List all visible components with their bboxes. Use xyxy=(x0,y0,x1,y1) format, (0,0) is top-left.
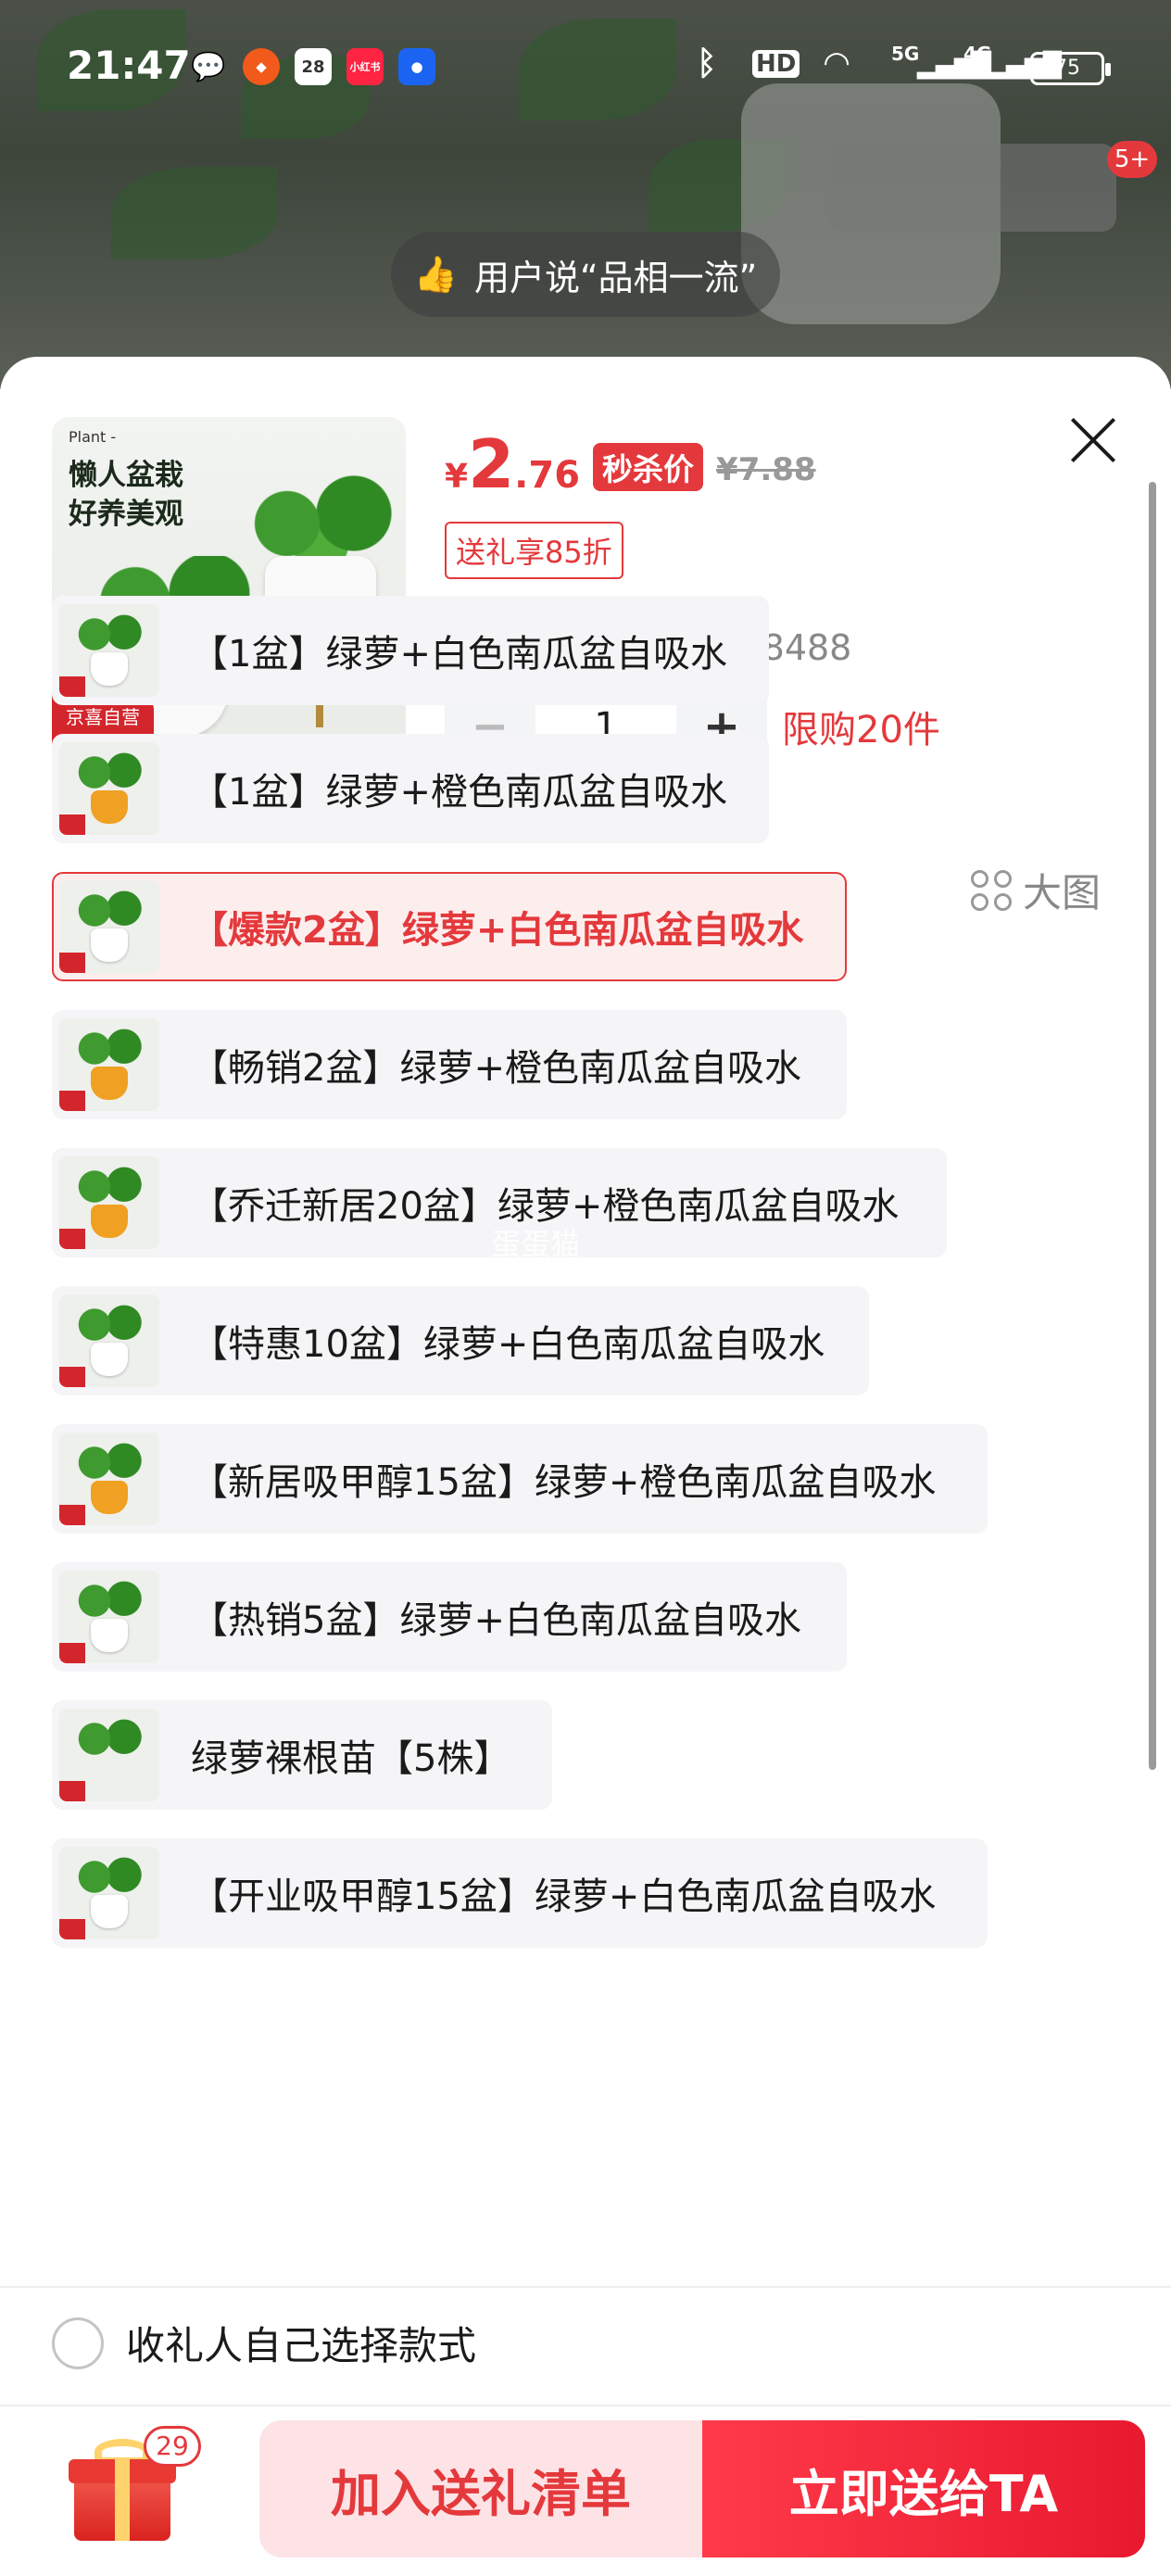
variant-thumbnail xyxy=(59,1847,159,1939)
gift-discount-tag: 送礼享85折 xyxy=(445,522,623,579)
variant-option[interactable]: 【热销5盆】绿萝+白色南瓜盆自吸水 xyxy=(52,1562,847,1672)
send-now-button[interactable]: 立即送给TA xyxy=(702,2420,1145,2557)
variant-label: 【1盆】绿萝+橙色南瓜盆自吸水 xyxy=(191,771,727,814)
variant-option[interactable]: 【开业吸甲醇15盆】绿萝+白色南瓜盆自吸水 xyxy=(52,1838,988,1948)
divider xyxy=(0,2286,1171,2288)
variant-thumbnail xyxy=(59,1433,159,1525)
variant-label: 【畅销2盆】绿萝+橙色南瓜盆自吸水 xyxy=(191,1047,801,1090)
product-thumbnail[interactable]: Plant - 懒人盆栽 好养美观 京喜自营 包邮 xyxy=(52,417,406,771)
status-bar: 21:47 💬 ◆ 28 小红书 ● ᛒ HD ◠ 5G ▂▄▆█ 4G ▂▄▆… xyxy=(0,0,1171,130)
variant-option[interactable]: 【畅销2盆】绿萝+橙色南瓜盆自吸水 xyxy=(52,1010,847,1119)
app-orange-icon: ◆ xyxy=(243,48,280,85)
add-to-gift-list-button[interactable]: 加入送礼清单 xyxy=(259,2420,702,2557)
variant-option[interactable]: 绿萝裸根苗【5株】 xyxy=(52,1700,552,1810)
variant-thumbnail xyxy=(59,1571,159,1663)
thumbnail-brand-text: Plant - xyxy=(69,428,117,446)
variant-thumbnail xyxy=(59,1709,159,1801)
radio-button[interactable] xyxy=(52,2317,104,2369)
variant-label: 【1盆】绿萝+白色南瓜盆自吸水 xyxy=(191,633,727,676)
variant-option[interactable]: 【新居吸甲醇15盆】绿萝+橙色南瓜盆自吸水 xyxy=(52,1424,988,1534)
price-integer: 2 xyxy=(468,425,515,503)
variant-label: 【新居吸甲醇15盆】绿萝+橙色南瓜盆自吸水 xyxy=(191,1461,937,1504)
xiaohongshu-icon: 小红书 xyxy=(346,48,384,85)
close-icon[interactable] xyxy=(1065,412,1121,468)
variant-label: 【特惠10盆】绿萝+白色南瓜盆自吸水 xyxy=(191,1323,825,1366)
watermark: 蛋蛋猫 xyxy=(491,1227,581,1262)
thumbnail-headline: 懒人盆栽 好养美观 xyxy=(69,459,183,531)
variant-option[interactable]: 【1盆】绿萝+橙色南瓜盆自吸水 xyxy=(52,734,769,843)
divider xyxy=(0,2405,1171,2406)
gift-count-badge: 29 xyxy=(144,2426,201,2467)
variant-label: 【爆款2盆】绿萝+白色南瓜盆自吸水 xyxy=(191,909,804,952)
thumbs-up-icon: 👍 xyxy=(413,253,458,295)
price-row: ¥ 2 .76 秒杀价 ¥7.88 xyxy=(445,431,816,499)
price-decimal: .76 xyxy=(514,454,581,497)
variant-thumbnail xyxy=(59,880,159,973)
variant-label: 【热销5盆】绿萝+白色南瓜盆自吸水 xyxy=(191,1599,801,1642)
wifi-icon: ◠ xyxy=(825,44,850,82)
big-image-toggle[interactable]: 大图 xyxy=(971,862,1101,918)
grid-view-icon xyxy=(971,869,1012,911)
price-currency: ¥ xyxy=(445,458,469,496)
scrollbar[interactable] xyxy=(1149,482,1156,1770)
variant-thumbnail xyxy=(59,604,159,697)
hd-indicator: HD xyxy=(752,50,800,78)
variant-label: 【开业吸甲醇15盆】绿萝+白色南瓜盆自吸水 xyxy=(191,1875,937,1918)
variant-thumbnail xyxy=(59,1018,159,1111)
variant-thumbnail xyxy=(59,1294,159,1387)
big-image-label: 大图 xyxy=(1023,870,1102,915)
original-price: ¥7.88 xyxy=(716,451,816,488)
status-time: 21:47 xyxy=(67,43,191,88)
recipient-choose-option[interactable]: 收礼人自己选择款式 xyxy=(52,2315,476,2371)
variant-option[interactable]: 【特惠10盆】绿萝+白色南瓜盆自吸水 xyxy=(52,1286,869,1395)
cart-badge: 5+ xyxy=(1107,141,1157,178)
network-5g-label: 5G xyxy=(891,43,920,65)
bluetooth-icon: ᛒ xyxy=(697,44,717,82)
top-action-bar[interactable] xyxy=(829,144,1116,232)
review-highlight-pill[interactable]: 👍 用户说“品相一流” xyxy=(391,232,780,317)
wechat-icon: 💬 xyxy=(191,50,226,83)
app-blue-icon: ● xyxy=(398,48,435,85)
variant-label: 绿萝裸根苗【5株】 xyxy=(191,1737,511,1780)
review-text: 用户说“品相一流” xyxy=(473,257,758,298)
battery-indicator: 75 xyxy=(1030,52,1111,85)
variant-option[interactable]: 【爆款2盆】绿萝+白色南瓜盆自吸水 xyxy=(52,872,847,981)
calendar-icon: 28 xyxy=(295,48,332,85)
seckill-badge: 秒杀价 xyxy=(593,443,704,491)
variant-option[interactable]: 【1盆】绿萝+白色南瓜盆自吸水 xyxy=(52,596,769,705)
variant-thumbnail xyxy=(59,742,159,835)
variant-thumbnail xyxy=(59,1156,159,1249)
recipient-choose-label: 收礼人自己选择款式 xyxy=(126,2323,477,2368)
purchase-limit: 限购20件 xyxy=(782,709,940,751)
